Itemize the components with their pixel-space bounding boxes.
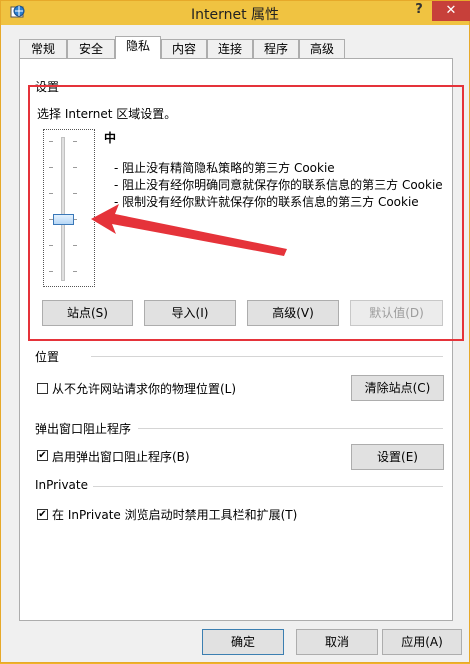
inprivate-divider bbox=[93, 486, 443, 487]
ok-button[interactable]: 确定 bbox=[202, 629, 284, 655]
inprivate-checkbox[interactable]: ✔ bbox=[37, 509, 48, 520]
popup-divider bbox=[138, 428, 443, 429]
popup-group-label: 弹出窗口阻止程序 bbox=[35, 422, 132, 436]
default-button[interactable]: 默认值(D) bbox=[350, 300, 443, 326]
location-checkbox-label: 从不允许网站请求你的物理位置(L) bbox=[52, 382, 237, 396]
location-group-label: 位置 bbox=[35, 350, 60, 364]
location-divider bbox=[91, 356, 443, 357]
inprivate-group-label: InPrivate bbox=[35, 478, 88, 492]
popup-checkbox[interactable]: ✔ bbox=[37, 450, 48, 461]
cancel-button[interactable]: 取消 bbox=[296, 629, 378, 655]
location-checkbox[interactable] bbox=[37, 383, 48, 394]
apply-button[interactable]: 应用(A) bbox=[382, 629, 462, 655]
sites-button[interactable]: 站点(S) bbox=[42, 300, 133, 326]
popup-settings-button[interactable]: 设置(E) bbox=[351, 444, 444, 470]
annotation-arrow bbox=[91, 204, 287, 256]
internet-properties-window: Internet 属性 ? ✕ 常规 安全 隐私 内容 连接 程序 高级 设置 … bbox=[0, 0, 470, 663]
clear-sites-button[interactable]: 清除站点(C) bbox=[351, 375, 444, 401]
popup-checkbox-label: 启用弹出窗口阻止程序(B) bbox=[52, 450, 190, 464]
tab-privacy[interactable]: 隐私 bbox=[115, 36, 161, 59]
import-button[interactable]: 导入(I) bbox=[144, 300, 236, 326]
advanced-button[interactable]: 高级(V) bbox=[247, 300, 339, 326]
inprivate-checkbox-label: 在 InPrivate 浏览启动时禁用工具栏和扩展(T) bbox=[52, 508, 298, 522]
